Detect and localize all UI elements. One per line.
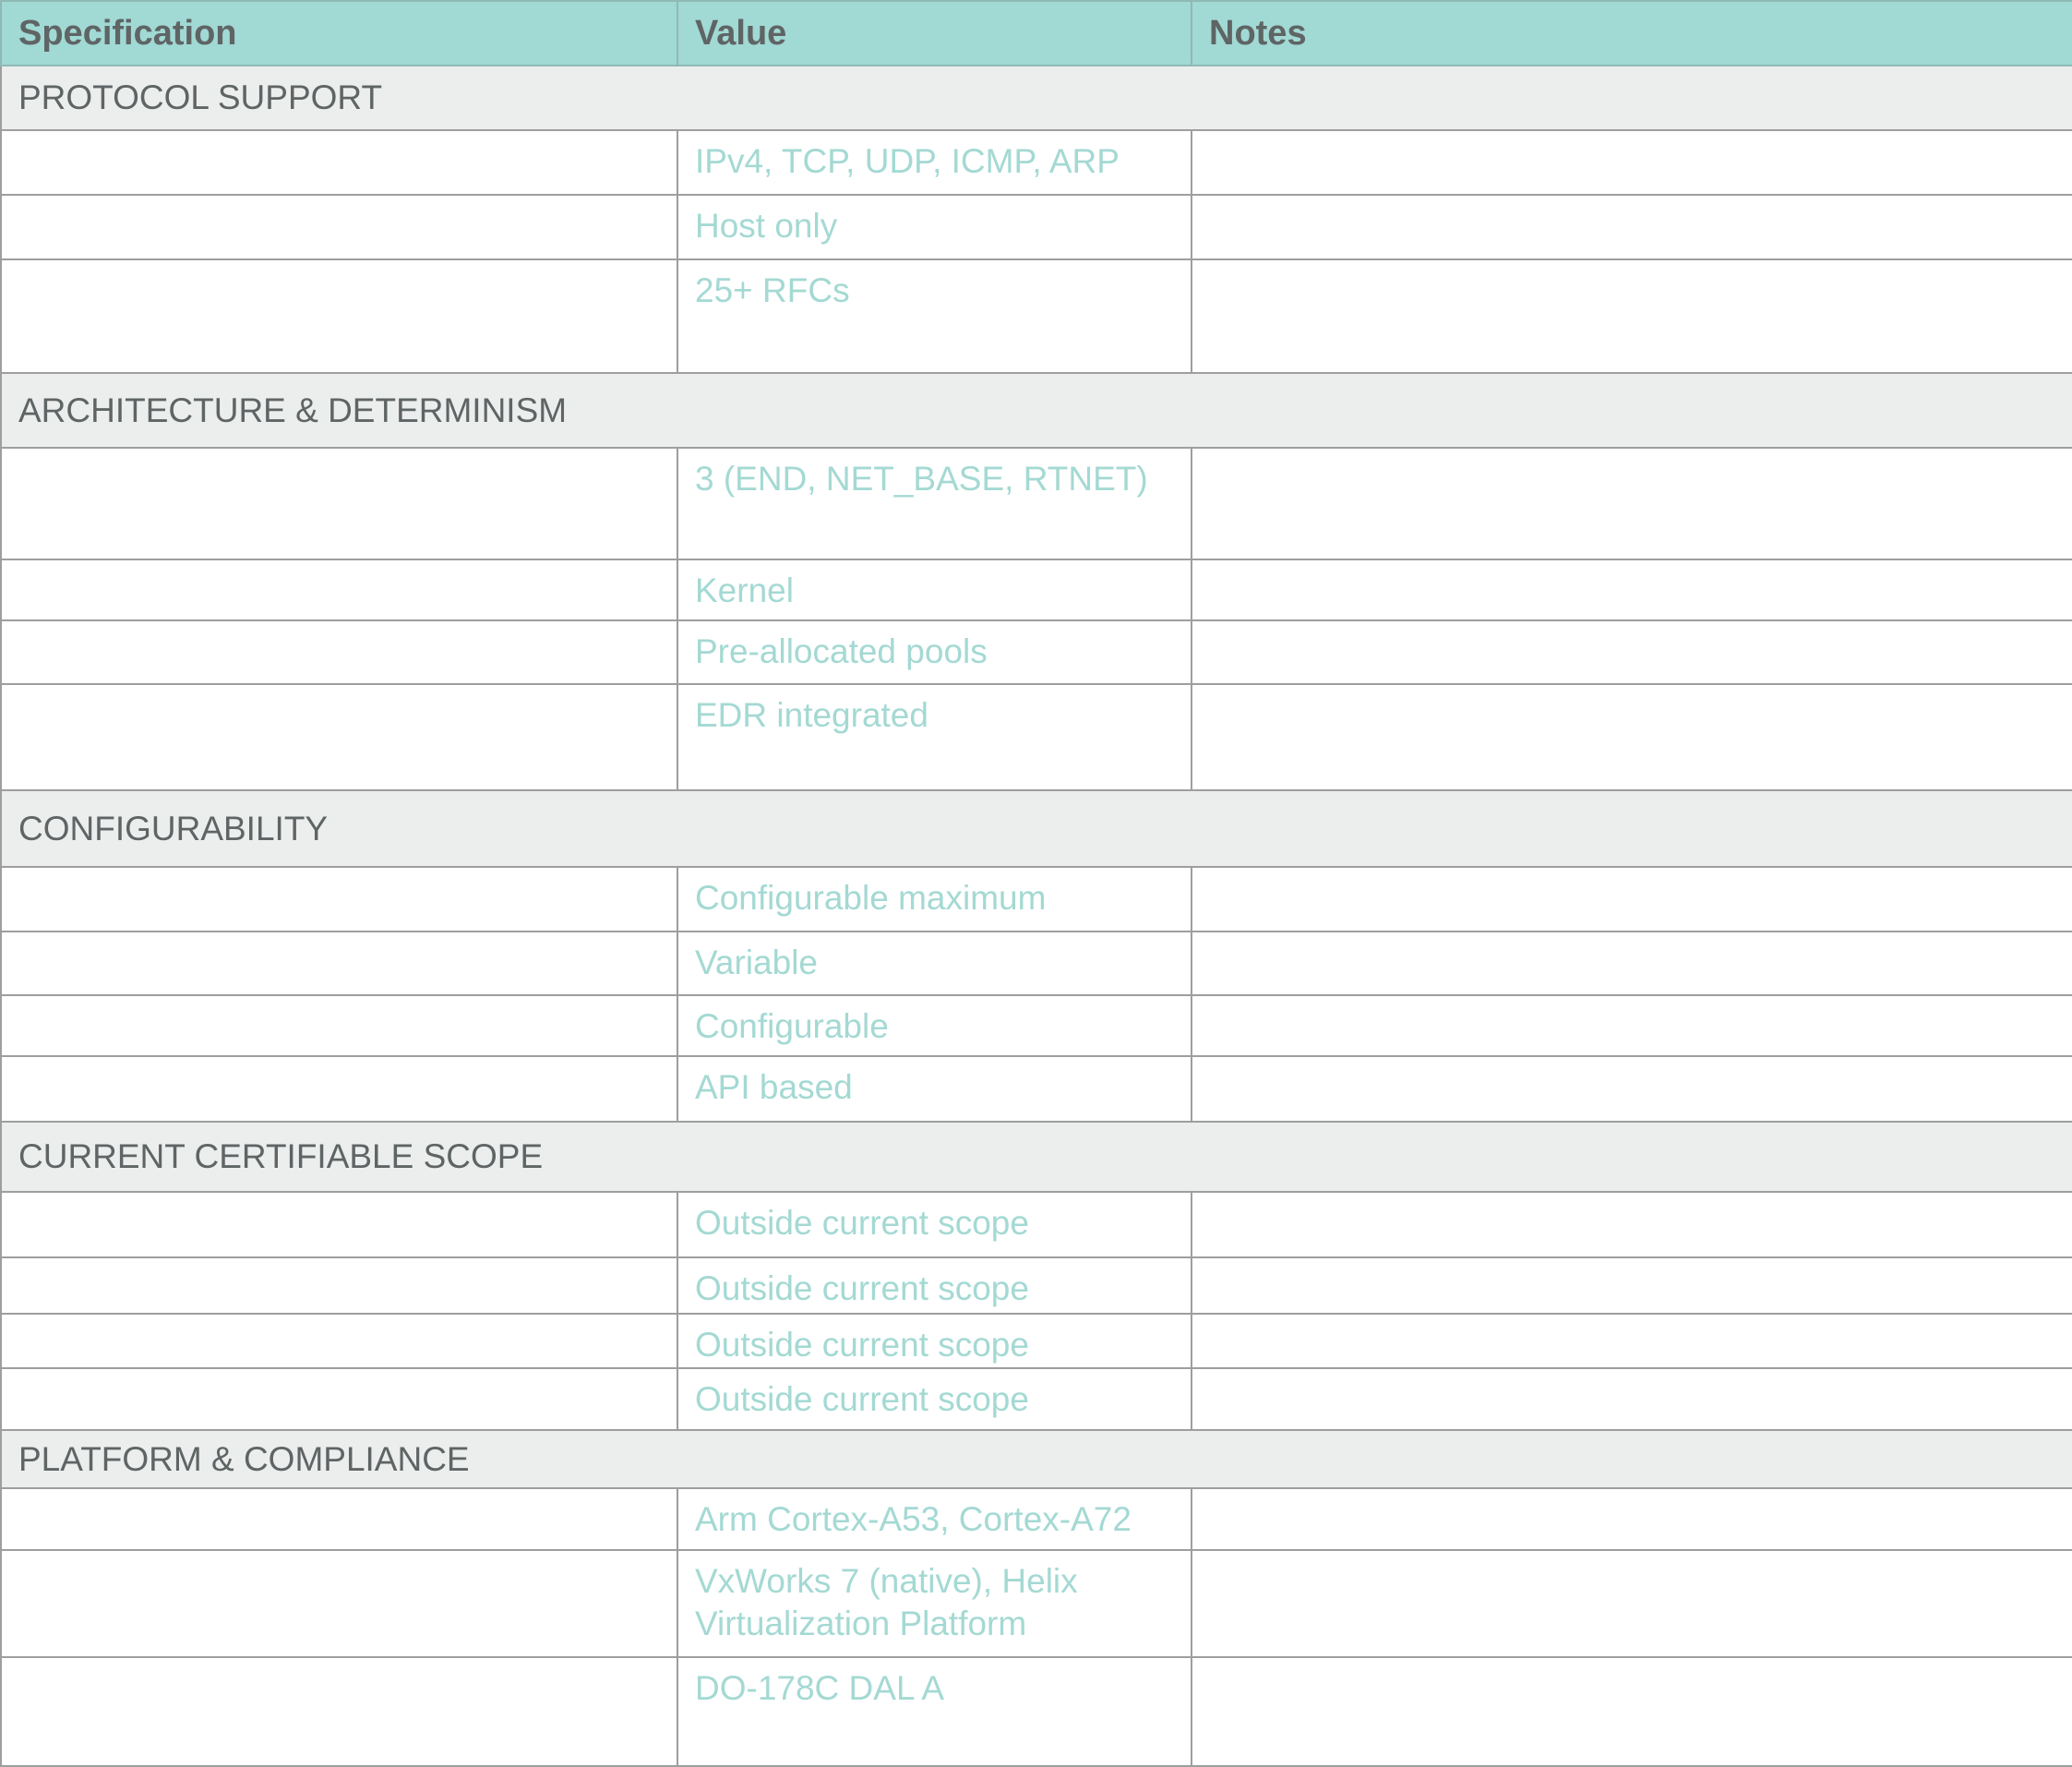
table-row: Outside current scope <box>0 1367 2072 1431</box>
spec-cell <box>0 1313 678 1369</box>
spec-cell <box>0 619 678 685</box>
notes-cell <box>1191 683 2072 791</box>
value-cell: DO-178C DAL A <box>677 1656 1192 1767</box>
value-cell: VxWorks 7 (native), Helix Virtualization… <box>677 1549 1192 1658</box>
table-row: Arm Cortex-A53, Cortex-A72 <box>0 1487 2072 1551</box>
table-row: Host only <box>0 194 2072 260</box>
spec-cell <box>0 866 678 932</box>
spec-cell <box>0 1656 678 1767</box>
table-row: Configurable maximum <box>0 866 2072 932</box>
notes-cell <box>1191 194 2072 260</box>
table-row: Pre-allocated pools <box>0 619 2072 685</box>
notes-cell <box>1191 866 2072 932</box>
table-row: VxWorks 7 (native), Helix Virtualization… <box>0 1549 2072 1658</box>
notes-cell <box>1191 1656 2072 1767</box>
value-cell: Outside current scope <box>677 1367 1192 1431</box>
notes-cell <box>1191 1191 2072 1258</box>
section-header-row: PROTOCOL SUPPORT <box>0 65 2072 131</box>
notes-cell <box>1191 447 2072 560</box>
table-row: Outside current scope <box>0 1191 2072 1258</box>
table-row: Outside current scope <box>0 1256 2072 1315</box>
table-row: Variable <box>0 931 2072 996</box>
header-value: Value <box>677 0 1192 66</box>
section-header-row: CONFIGURABILITY <box>0 789 2072 868</box>
notes-cell <box>1191 1313 2072 1369</box>
table-row: Configurable <box>0 994 2072 1057</box>
table-row: EDR integrated <box>0 683 2072 791</box>
spec-cell <box>0 258 678 374</box>
spec-cell <box>0 994 678 1057</box>
value-cell: Outside current scope <box>677 1256 1192 1315</box>
value-cell: Configurable maximum <box>677 866 1192 932</box>
spec-cell <box>0 683 678 791</box>
table-row: DO-178C DAL A <box>0 1656 2072 1767</box>
value-cell: Kernel <box>677 559 1192 621</box>
value-cell: Variable <box>677 931 1192 996</box>
spec-cell <box>0 129 678 196</box>
table-row: API based <box>0 1055 2072 1123</box>
spec-cell <box>0 1055 678 1123</box>
notes-cell <box>1191 619 2072 685</box>
value-cell: EDR integrated <box>677 683 1192 791</box>
spec-cell <box>0 1549 678 1658</box>
section-title: CONFIGURABILITY <box>0 789 2072 868</box>
notes-cell <box>1191 1367 2072 1431</box>
spec-cell <box>0 931 678 996</box>
section-title: PLATFORM & COMPLIANCE <box>0 1429 2072 1489</box>
value-cell: 3 (END, NET_BASE, RTNET) <box>677 447 1192 560</box>
header-specification: Specification <box>0 0 678 66</box>
value-cell: IPv4, TCP, UDP, ICMP, ARP <box>677 129 1192 196</box>
value-cell: 25+ RFCs <box>677 258 1192 374</box>
notes-cell <box>1191 994 2072 1057</box>
spec-cell <box>0 194 678 260</box>
value-cell: Configurable <box>677 994 1192 1057</box>
value-cell: Outside current scope <box>677 1313 1192 1369</box>
header-notes: Notes <box>1191 0 2072 66</box>
section-header-row: PLATFORM & COMPLIANCE <box>0 1429 2072 1489</box>
notes-cell <box>1191 129 2072 196</box>
notes-cell <box>1191 931 2072 996</box>
notes-cell <box>1191 1487 2072 1551</box>
notes-cell <box>1191 559 2072 621</box>
value-cell: Host only <box>677 194 1192 260</box>
table-row: Kernel <box>0 559 2072 621</box>
notes-cell <box>1191 1055 2072 1123</box>
section-header-row: ARCHITECTURE & DETERMINISM <box>0 372 2072 449</box>
table-row: Outside current scope <box>0 1313 2072 1369</box>
notes-cell <box>1191 1549 2072 1658</box>
section-title: ARCHITECTURE & DETERMINISM <box>0 372 2072 449</box>
spec-cell <box>0 1191 678 1258</box>
specification-table: Specification Value Notes PROTOCOL SUPPO… <box>0 0 2072 1767</box>
spec-cell <box>0 1367 678 1431</box>
value-cell: Outside current scope <box>677 1191 1192 1258</box>
value-cell: Pre-allocated pools <box>677 619 1192 685</box>
notes-cell <box>1191 1256 2072 1315</box>
section-title: PROTOCOL SUPPORT <box>0 65 2072 131</box>
value-cell: Arm Cortex-A53, Cortex-A72 <box>677 1487 1192 1551</box>
table-row: 25+ RFCs <box>0 258 2072 374</box>
spec-cell <box>0 1256 678 1315</box>
notes-cell <box>1191 258 2072 374</box>
value-cell: API based <box>677 1055 1192 1123</box>
table-row: 3 (END, NET_BASE, RTNET) <box>0 447 2072 560</box>
spec-cell <box>0 559 678 621</box>
section-header-row: CURRENT CERTIFIABLE SCOPE <box>0 1121 2072 1193</box>
section-title: CURRENT CERTIFIABLE SCOPE <box>0 1121 2072 1193</box>
table-row: IPv4, TCP, UDP, ICMP, ARP <box>0 129 2072 196</box>
spec-cell <box>0 447 678 560</box>
table-header-row: Specification Value Notes <box>0 0 2072 66</box>
spec-cell <box>0 1487 678 1551</box>
